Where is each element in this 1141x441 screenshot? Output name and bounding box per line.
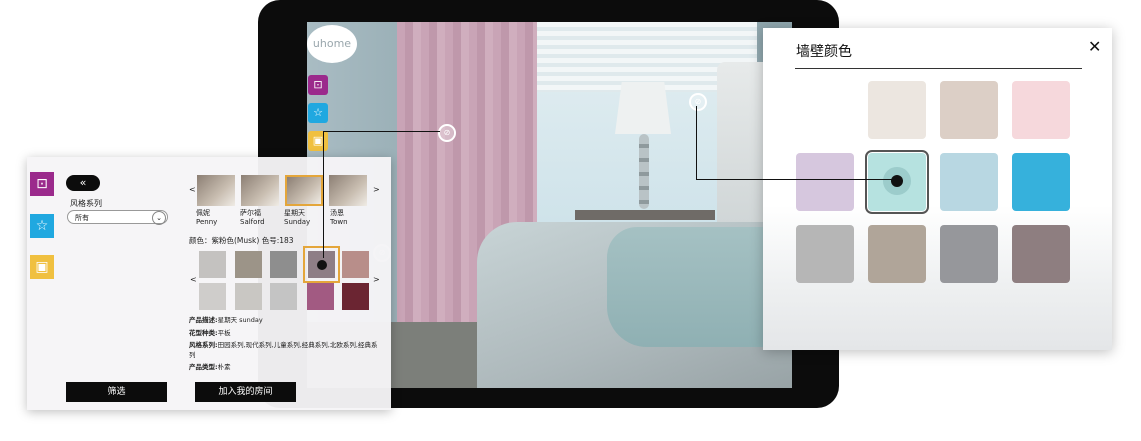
- fabric-swatch[interactable]: [270, 251, 297, 278]
- style-series-label: 风格系列: [70, 199, 102, 208]
- image-icon[interactable]: ▣: [308, 131, 328, 151]
- image-icon[interactable]: ▣: [30, 255, 54, 279]
- divider: [795, 68, 1082, 69]
- curtain-edit-pin-icon[interactable]: ⊘: [438, 124, 456, 142]
- close-icon[interactable]: ✕: [1088, 37, 1101, 56]
- prev-room-arrow-icon[interactable]: <: [189, 185, 196, 194]
- curtain-selector-panel: ⊡ ☆ ▣ « 风格系列 所有 ⌄ < > 佩妮 Penny 萨尔福 Salford…: [27, 157, 391, 410]
- selection-dot: [891, 175, 903, 187]
- prev-swatch-arrow-icon[interactable]: <: [190, 275, 197, 284]
- star-icon[interactable]: ☆: [308, 103, 328, 123]
- wall-color-swatch[interactable]: [868, 81, 926, 139]
- room-thumb-town[interactable]: [329, 175, 367, 206]
- wall-edit-pin-icon[interactable]: ⊘: [689, 93, 707, 111]
- side-table: [575, 210, 715, 220]
- fabric-swatch[interactable]: [235, 283, 262, 310]
- wall-color-swatch[interactable]: [796, 225, 854, 283]
- wall-color-swatch[interactable]: [940, 81, 998, 139]
- fabric-swatch[interactable]: [342, 283, 369, 310]
- fabric-swatch[interactable]: [307, 283, 334, 310]
- room-name: 佩妮 Penny: [196, 209, 218, 226]
- room-thumb-salford[interactable]: [241, 175, 279, 206]
- star-icon[interactable]: ☆: [30, 214, 54, 238]
- style-series-info-cont: 列: [189, 351, 196, 359]
- fabric-swatch[interactable]: [342, 251, 369, 278]
- room-name: 萨尔福 Salford: [240, 209, 265, 226]
- fabric-swatch[interactable]: [235, 251, 262, 278]
- room-icon[interactable]: ⊡: [308, 75, 328, 95]
- room-name: 汤恩 Town: [330, 209, 348, 226]
- pattern-type: 花型种类:平板: [189, 329, 231, 337]
- color-code-text: 颜色：紫粉色(Musk) 色号:183: [189, 236, 294, 245]
- wall-color-swatch[interactable]: [1012, 153, 1070, 211]
- wall-color-swatch[interactable]: [1012, 81, 1070, 139]
- connector-line: [323, 131, 440, 132]
- next-swatch-arrow-icon[interactable]: >: [373, 275, 380, 284]
- next-room-arrow-icon[interactable]: >: [373, 185, 380, 194]
- style-series-select[interactable]: 所有 ⌄: [67, 210, 168, 225]
- back-button[interactable]: «: [66, 175, 100, 191]
- fabric-swatch[interactable]: [199, 283, 226, 310]
- room-thumb-sunday[interactable]: [285, 175, 323, 206]
- filter-button[interactable]: 筛选: [66, 382, 167, 402]
- chevron-down-icon: ⌄: [152, 211, 166, 225]
- style-select-value: 所有: [75, 214, 89, 222]
- panel-title: 墙壁颜色: [796, 44, 852, 60]
- room-name: 星期天 Sunday: [284, 209, 311, 226]
- connector-line: [323, 131, 324, 258]
- wall-color-panel: 墙壁颜色 ✕: [763, 28, 1112, 350]
- selection-dot: [317, 260, 327, 270]
- connector-line: [696, 179, 892, 180]
- lamp-base: [639, 134, 649, 209]
- lamp-shade: [615, 82, 671, 134]
- wall-color-swatch[interactable]: [796, 81, 854, 139]
- style-series-info: 风格系列:田园系列,现代系列,儿童系列,经典系列,北欧系列,经典系: [189, 341, 378, 349]
- wall-color-swatch[interactable]: [796, 153, 854, 211]
- fabric-swatch[interactable]: [270, 283, 297, 310]
- wall-color-swatch[interactable]: [1012, 225, 1070, 283]
- room-thumb-penny[interactable]: [197, 175, 235, 206]
- product-description: 产品描述:星期天 sunday: [189, 316, 263, 324]
- connector-line: [696, 106, 697, 179]
- product-type: 产品类型:朴素: [189, 363, 231, 371]
- fabric-swatch[interactable]: [199, 251, 226, 278]
- wall-color-swatch[interactable]: [940, 153, 998, 211]
- add-to-room-button[interactable]: 加入我的房间: [195, 382, 296, 402]
- uhome-logo: uhome: [307, 25, 357, 63]
- room-icon[interactable]: ⊡: [30, 172, 54, 196]
- wall-color-swatch[interactable]: [868, 225, 926, 283]
- wall-color-swatch[interactable]: [940, 225, 998, 283]
